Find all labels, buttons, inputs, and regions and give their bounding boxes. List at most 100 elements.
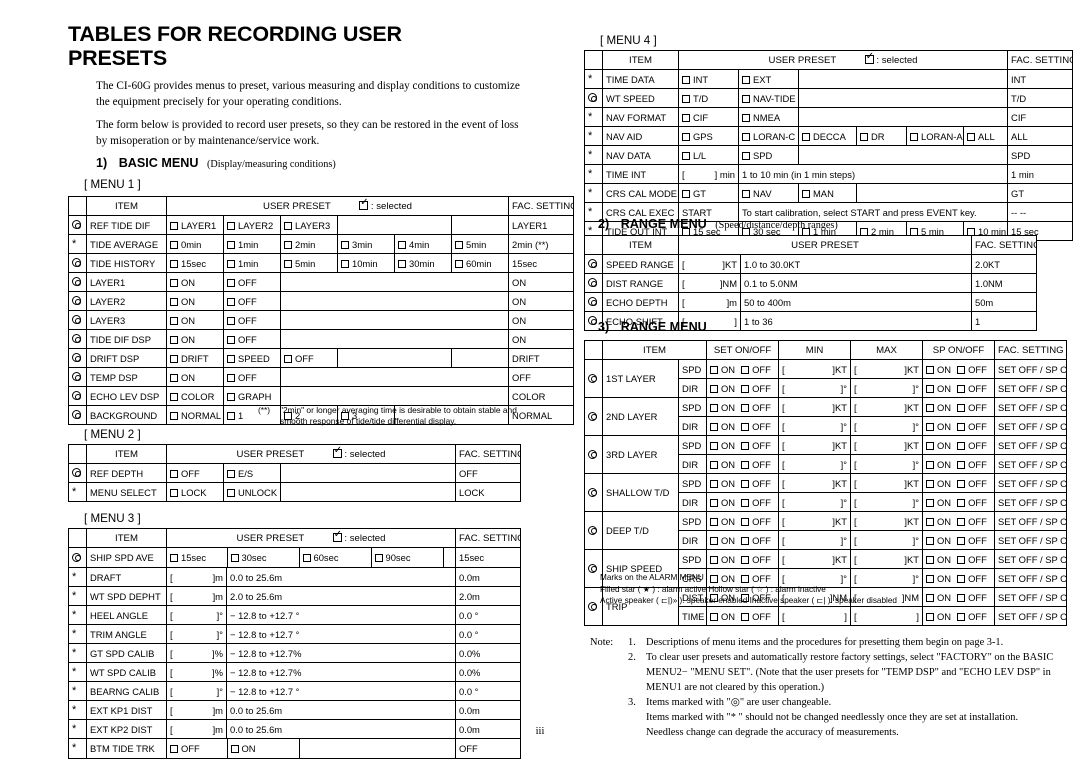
checkbox-icon[interactable] <box>227 259 235 268</box>
checkbox-on[interactable]: ON <box>926 421 951 432</box>
checkbox-icon[interactable] <box>341 240 349 249</box>
checkbox-icon[interactable] <box>170 278 178 287</box>
checkbox-off[interactable]: OFF <box>741 459 771 470</box>
checkbox-option-cell[interactable]: NORMAL <box>166 405 224 425</box>
checkbox-icon[interactable] <box>957 593 966 602</box>
checkbox-off[interactable]: OFF <box>741 554 771 565</box>
checkbox-off[interactable]: OFF <box>957 421 987 432</box>
value-entry-field[interactable]: [] <box>778 606 852 626</box>
on-off-checkbox-pair[interactable]: ON OFF <box>922 378 996 398</box>
checkbox-option-cell[interactable]: ON <box>166 367 224 387</box>
checkbox-icon[interactable] <box>227 240 235 249</box>
checkbox-icon[interactable] <box>926 593 935 602</box>
checkbox-on[interactable]: ON <box>926 383 951 394</box>
checkbox-on[interactable]: ON <box>710 554 735 565</box>
checkbox-icon[interactable] <box>227 221 235 230</box>
checkbox-icon[interactable] <box>398 240 406 249</box>
checkbox-on[interactable]: ON <box>926 364 951 375</box>
checkbox-option-cell[interactable]: UNLOCK <box>223 482 281 502</box>
checkbox-option-cell[interactable]: OFF <box>166 463 224 483</box>
on-off-checkbox-pair[interactable]: ON OFF <box>922 530 996 550</box>
value-entry-field[interactable]: []° <box>778 492 852 512</box>
checkbox-icon[interactable] <box>957 536 966 545</box>
checkbox-icon[interactable] <box>742 132 750 141</box>
on-off-checkbox-pair[interactable]: ON OFF <box>706 454 780 474</box>
checkbox-icon[interactable] <box>926 365 935 374</box>
checkbox-icon[interactable] <box>741 536 750 545</box>
checkbox-icon[interactable] <box>741 422 750 431</box>
on-off-checkbox-pair[interactable]: ON OFF <box>706 397 780 417</box>
checkbox-option-cell[interactable]: OFF <box>280 348 338 368</box>
on-off-checkbox-pair[interactable]: ON OFF <box>706 530 780 550</box>
checkbox-icon[interactable] <box>741 384 750 393</box>
on-off-checkbox-pair[interactable]: ON OFF <box>922 397 996 417</box>
checkbox-off[interactable]: OFF <box>957 364 987 375</box>
checkbox-option-cell[interactable]: NAV-TIDE <box>738 88 799 108</box>
checkbox-off[interactable]: OFF <box>957 402 987 413</box>
value-entry-field[interactable]: []KT <box>778 473 852 493</box>
checkbox-option-cell[interactable]: LAYER1 <box>166 215 224 235</box>
checkbox-option-cell[interactable]: GRAPH <box>223 386 281 406</box>
on-off-checkbox-pair[interactable]: ON OFF <box>706 549 780 569</box>
checkbox-option-cell[interactable]: CIF <box>678 107 739 127</box>
checkbox-icon[interactable] <box>227 411 235 420</box>
checkbox-option-cell[interactable]: DECCA <box>798 126 857 146</box>
checkbox-icon[interactable] <box>455 259 463 268</box>
value-entry-field[interactable]: []KT <box>850 549 924 569</box>
checkbox-icon[interactable] <box>170 488 178 497</box>
checkbox-icon[interactable] <box>170 240 178 249</box>
checkbox-icon[interactable] <box>227 469 235 478</box>
checkbox-option-cell[interactable]: SPEED <box>223 348 281 368</box>
checkbox-icon[interactable] <box>682 151 690 160</box>
checkbox-icon[interactable] <box>957 574 966 583</box>
checkbox-icon[interactable] <box>957 498 966 507</box>
checkbox-icon[interactable] <box>957 479 966 488</box>
checkbox-icon[interactable] <box>170 335 178 344</box>
checkbox-icon[interactable] <box>710 612 719 621</box>
value-entry-field[interactable]: []NM <box>678 273 741 293</box>
checkbox-option-cell[interactable]: T/D <box>678 88 739 108</box>
checkbox-option-cell[interactable]: MAN <box>798 183 857 203</box>
checkbox-option-cell[interactable]: OFF <box>223 272 281 292</box>
checkbox-option-cell[interactable]: SPD <box>738 145 799 165</box>
value-entry-field[interactable]: []KT <box>850 511 924 531</box>
checkbox-icon[interactable] <box>284 240 292 249</box>
checkbox-option-cell[interactable]: L/L <box>678 145 739 165</box>
checkbox-on[interactable]: ON <box>710 364 735 375</box>
value-entry-field[interactable]: [] <box>850 606 924 626</box>
checkbox-icon[interactable] <box>230 554 239 562</box>
checkbox-option-cell[interactable]: 5min <box>450 234 510 254</box>
checkbox-option-cell[interactable]: OFF <box>223 310 281 330</box>
checkbox-on[interactable]: ON <box>710 611 735 622</box>
checkbox-off[interactable]: OFF <box>957 497 987 508</box>
checkbox-option-cell[interactable]: 60min <box>450 253 510 273</box>
value-entry-field[interactable]: []KT <box>778 435 852 455</box>
checkbox-icon[interactable] <box>302 554 311 562</box>
checkbox-option-cell[interactable]: 15sec <box>167 548 228 567</box>
checkbox-icon[interactable] <box>802 189 810 198</box>
checkbox-option-cell[interactable]: ON <box>166 272 224 292</box>
value-entry-field[interactable]: []m <box>678 292 741 312</box>
checkbox-option-cell[interactable]: COLOR <box>166 386 224 406</box>
checkbox-icon[interactable] <box>957 384 966 393</box>
checkbox-icon[interactable] <box>742 113 750 122</box>
value-entry-field[interactable]: []° <box>166 624 227 644</box>
checkbox-icon[interactable] <box>926 479 935 488</box>
on-off-checkbox-pair[interactable]: ON OFF <box>706 473 780 493</box>
checkbox-off[interactable]: OFF <box>741 364 771 375</box>
checkbox-icon[interactable] <box>741 403 750 412</box>
value-entry-field[interactable]: []° <box>850 492 924 512</box>
checkbox-icon[interactable] <box>284 354 292 363</box>
checkbox-icon[interactable] <box>926 498 935 507</box>
checkbox-option-cell[interactable]: LORAN-A <box>906 126 964 146</box>
checkbox-off[interactable]: OFF <box>741 516 771 527</box>
checkbox-option-cell[interactable]: 2min <box>280 234 338 254</box>
checkbox-icon[interactable] <box>710 365 719 374</box>
checkbox-icon[interactable] <box>227 335 235 344</box>
checkbox-off[interactable]: OFF <box>741 611 771 622</box>
value-entry-field[interactable]: []° <box>778 530 852 550</box>
checkbox-icon[interactable] <box>926 536 935 545</box>
checkbox-icon[interactable] <box>802 132 810 141</box>
checkbox-icon[interactable] <box>957 422 966 431</box>
checkbox-off[interactable]: OFF <box>741 497 771 508</box>
